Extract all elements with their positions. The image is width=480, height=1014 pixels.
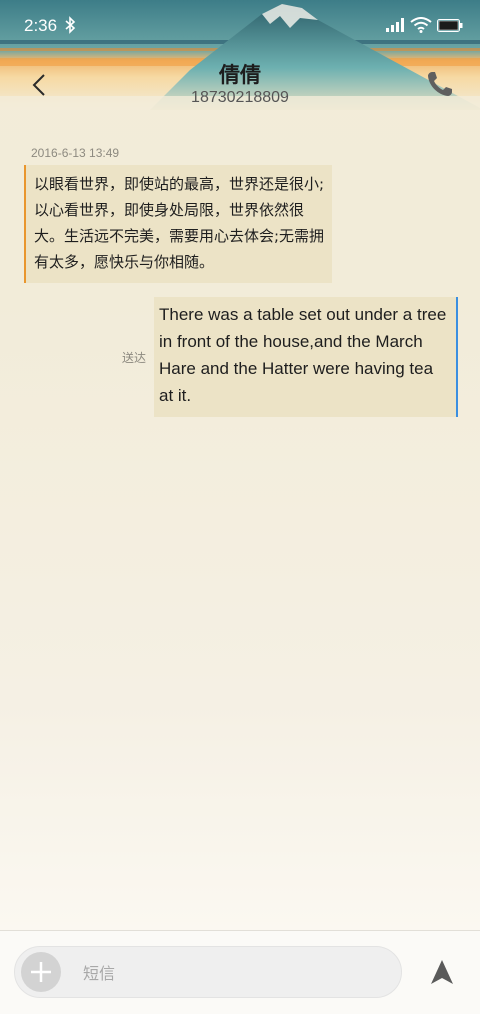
- signal-icon: [386, 18, 404, 32]
- message-timestamp: 2016-6-13 13:49: [31, 146, 120, 160]
- back-button[interactable]: [24, 68, 58, 102]
- send-button[interactable]: [426, 957, 458, 989]
- outgoing-message-bubble[interactable]: There was a table set out under a tree i…: [154, 297, 458, 417]
- message-input-container: [14, 946, 402, 998]
- plus-icon: [31, 962, 51, 982]
- chevron-left-icon: [32, 74, 45, 96]
- phone-icon: [428, 72, 452, 96]
- add-attachment-button[interactable]: [21, 952, 61, 992]
- wifi-icon: [410, 17, 432, 33]
- call-button[interactable]: [424, 68, 456, 100]
- contact-number: 18730218809: [191, 89, 289, 106]
- incoming-message-bubble[interactable]: 以眼看世界，即使站的最高，世界还是很小;以心看世界，即使身处局限，世界依然很大。…: [24, 165, 332, 283]
- message-composer: [0, 930, 480, 1014]
- message-input[interactable]: [81, 959, 385, 987]
- bluetooth-icon: [65, 16, 76, 34]
- status-time: 2:36: [24, 16, 58, 35]
- delivery-status: 送达: [122, 351, 147, 365]
- contact-name: 倩倩: [219, 63, 261, 87]
- status-bar: 2:36: [0, 0, 480, 52]
- battery-icon: [437, 19, 463, 32]
- send-arrow-icon: [431, 960, 453, 984]
- conversation-header: 倩倩 18730218809: [140, 62, 340, 108]
